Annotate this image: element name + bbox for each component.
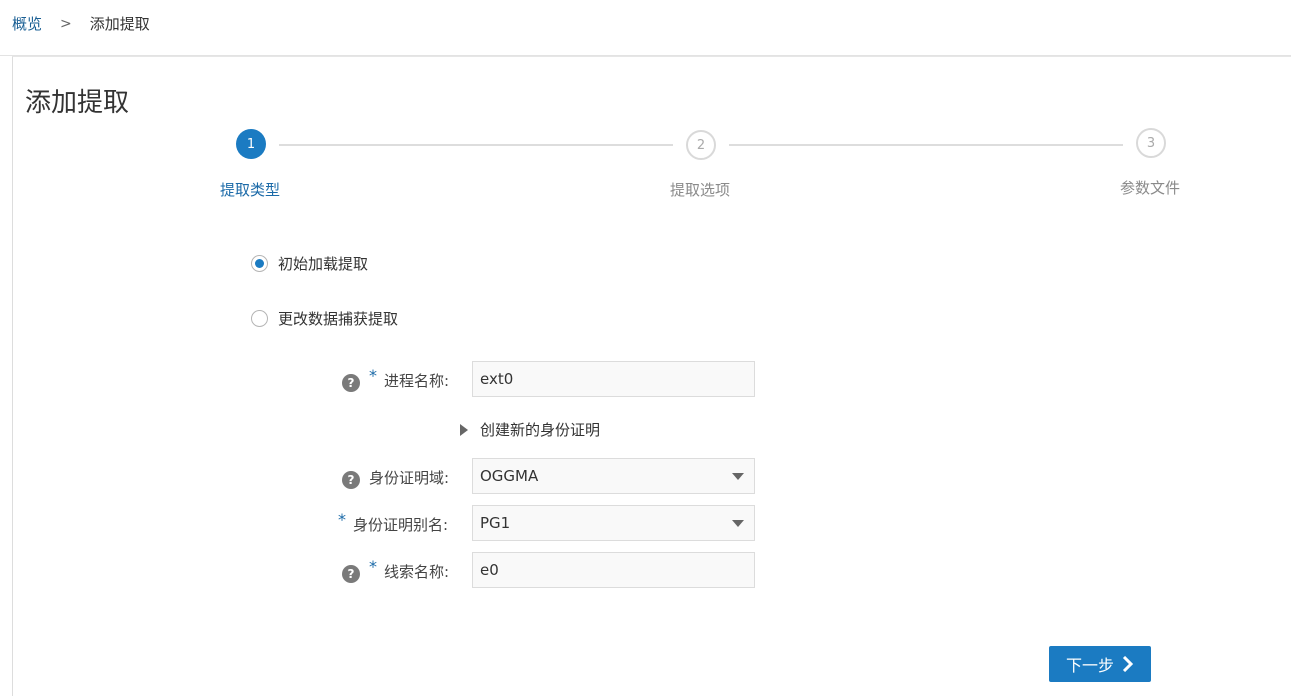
- step-2-indicator[interactable]: 2: [686, 130, 716, 160]
- step-connector-1-2: [279, 144, 673, 146]
- caret-right-icon: [460, 423, 468, 436]
- chevron-right-icon: [1122, 656, 1134, 672]
- trail-name-input[interactable]: [472, 552, 755, 588]
- step-3-label[interactable]: 参数文件: [1120, 177, 1180, 198]
- step-1-label[interactable]: 提取类型: [220, 179, 280, 200]
- credential-alias-required-star: *: [338, 510, 346, 529]
- step-1-indicator[interactable]: 1: [236, 129, 266, 159]
- create-credential-label: 创建新的身份证明: [480, 421, 601, 439]
- credential-domain-select[interactable]: OGGMA: [472, 458, 755, 494]
- create-credential-toggle[interactable]: 创建新的身份证明: [460, 419, 600, 440]
- radio-change-data-capture[interactable]: 更改数据捕获提取: [251, 308, 398, 329]
- breadcrumb: 概览 > 添加提取: [12, 13, 150, 34]
- process-name-required-star: *: [369, 366, 377, 385]
- radio-initial-load-control[interactable]: [251, 255, 268, 272]
- credential-alias-label: 身份证明别名:: [353, 516, 449, 534]
- radio-initial-load-label: 初始加载提取: [278, 255, 369, 273]
- credential-alias-value: PG1: [480, 514, 511, 532]
- radio-change-data-capture-label: 更改数据捕获提取: [278, 310, 399, 328]
- process-name-input[interactable]: [472, 361, 755, 397]
- breadcrumb-separator: >: [60, 15, 72, 32]
- next-button[interactable]: 下一步: [1049, 646, 1151, 682]
- next-button-label: 下一步: [1065, 656, 1114, 675]
- step-connector-2-3: [729, 144, 1123, 146]
- breadcrumb-current: 添加提取: [89, 15, 150, 33]
- chevron-down-icon: [732, 472, 744, 480]
- credential-alias-select[interactable]: PG1: [472, 505, 755, 541]
- process-name-help-icon[interactable]: ?: [342, 374, 360, 392]
- step-2-label[interactable]: 提取选项: [670, 179, 730, 200]
- credential-domain-value: OGGMA: [480, 467, 539, 485]
- process-name-label: 进程名称:: [384, 372, 450, 390]
- radio-selected-dot: [255, 259, 264, 268]
- radio-change-data-capture-control[interactable]: [251, 310, 268, 327]
- trail-name-label: 线索名称:: [384, 563, 450, 581]
- step-3-indicator[interactable]: 3: [1136, 128, 1166, 158]
- radio-initial-load[interactable]: 初始加载提取: [251, 253, 368, 274]
- credential-domain-label: 身份证明域:: [369, 469, 450, 487]
- chevron-down-icon: [732, 519, 744, 527]
- trail-name-help-icon[interactable]: ?: [342, 565, 360, 583]
- page-title: 添加提取: [25, 88, 130, 118]
- credential-domain-help-icon[interactable]: ?: [342, 471, 360, 489]
- trail-name-required-star: *: [369, 557, 377, 576]
- breadcrumb-overview-link[interactable]: 概览: [12, 13, 42, 34]
